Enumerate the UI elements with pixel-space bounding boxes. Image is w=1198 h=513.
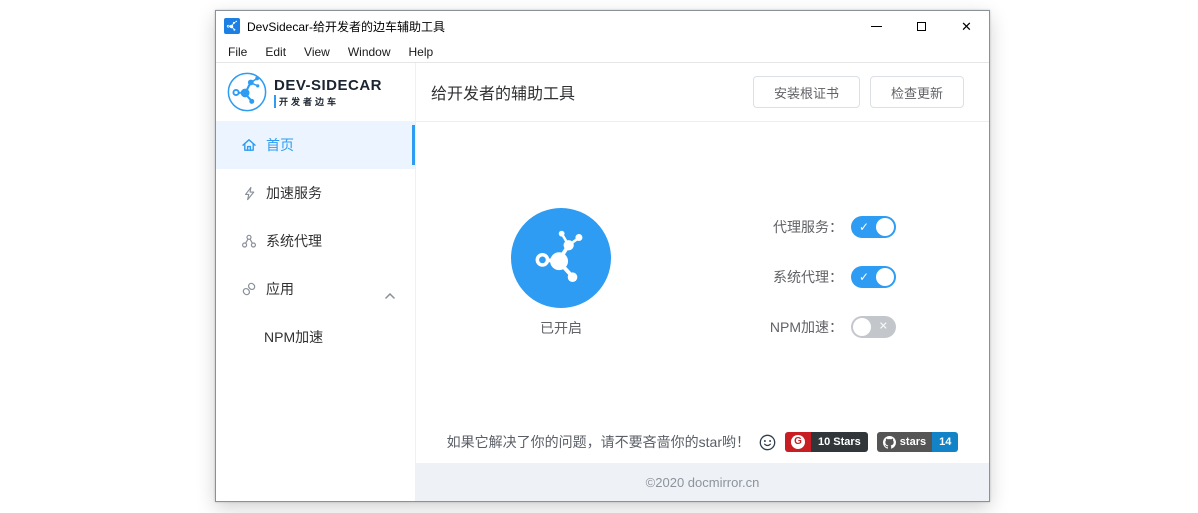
toggle-label: 代理服务：: [763, 217, 843, 237]
main-panel: 给开发者的辅助工具 安装根证书 检查更新: [416, 63, 989, 501]
home-icon: [241, 137, 257, 153]
menu-help[interactable]: Help: [400, 45, 443, 59]
toggle-group: 代理服务： ✓ 系统代理： ✓ NPM加速：: [763, 215, 896, 365]
proxy-service-toggle[interactable]: ✓: [851, 216, 896, 238]
main-content: 已开启 代理服务： ✓ 系统代理： ✓: [416, 122, 989, 463]
check-icon: ✓: [859, 271, 869, 283]
logo-molecule-icon: [226, 71, 268, 113]
gitee-stars-count: 10 Stars: [811, 432, 868, 452]
copyright-text: ©2020 docmirror.cn: [646, 475, 760, 490]
toggle-row-npm: NPM加速： ✕: [763, 315, 896, 339]
smiley-icon: [759, 434, 776, 451]
sidebar-item-label: 首页: [266, 135, 294, 155]
star-row: 如果它解决了你的问题，请不要吝啬你的star哟！ G 10 Stars: [416, 432, 989, 452]
logo-subtitle: 开发者边车: [274, 95, 382, 108]
sidebar-item-label: 应用: [266, 279, 294, 299]
maximize-icon: [917, 22, 926, 31]
minimize-button[interactable]: [854, 11, 899, 41]
sidebar-item-home[interactable]: 首页: [216, 121, 415, 169]
footer: ©2020 docmirror.cn: [416, 463, 989, 501]
toggle-row-system-proxy: 系统代理： ✓: [763, 265, 896, 289]
sidebar: DEV-SIDECAR 开发者边车 首页: [216, 63, 416, 501]
close-button[interactable]: ✕: [944, 11, 989, 41]
install-root-cert-button[interactable]: 安装根证书: [753, 76, 860, 108]
cross-icon: ✕: [879, 321, 888, 332]
chevron-up-icon[interactable]: [385, 286, 395, 302]
menubar: File Edit View Window Help: [216, 41, 989, 63]
sidebar-item-apps[interactable]: 应用: [216, 265, 415, 313]
sidebar-item-label: 加速服务: [266, 183, 322, 203]
app-logo: DEV-SIDECAR 开发者边车: [216, 63, 415, 121]
status-label: 已开启: [511, 318, 611, 338]
toggle-knob: [853, 318, 871, 336]
plugin-icon: [241, 281, 257, 297]
titlebar: DevSidecar-给开发者的边车辅助工具 ✕: [216, 11, 989, 41]
toggle-knob: [876, 268, 894, 286]
bolt-icon: [241, 185, 257, 201]
app-window: DevSidecar-给开发者的边车辅助工具 ✕ File Edit View …: [215, 10, 990, 502]
npm-acceleration-toggle[interactable]: ✕: [851, 316, 896, 338]
toggle-label: NPM加速：: [763, 317, 843, 337]
toggle-row-proxy-service: 代理服务： ✓: [763, 215, 896, 239]
menu-edit[interactable]: Edit: [256, 45, 295, 59]
toggle-label: 系统代理：: [763, 267, 843, 287]
page-title: 给开发者的辅助工具: [431, 80, 575, 104]
star-message: 如果它解决了你的问题，请不要吝啬你的star哟！: [447, 432, 750, 452]
menu-view[interactable]: View: [295, 45, 339, 59]
toggle-knob: [876, 218, 894, 236]
molecule-icon: [529, 226, 593, 290]
sidebar-item-acceleration[interactable]: 加速服务: [216, 169, 415, 217]
main-header: 给开发者的辅助工具 安装根证书 检查更新: [416, 63, 989, 122]
check-update-button[interactable]: 检查更新: [870, 76, 964, 108]
check-icon: ✓: [859, 221, 869, 233]
logo-name: DEV-SIDECAR: [274, 77, 382, 94]
system-proxy-toggle[interactable]: ✓: [851, 266, 896, 288]
app-icon: [224, 18, 240, 34]
gitee-icon: G: [785, 432, 811, 452]
close-icon: ✕: [961, 20, 972, 33]
minimize-icon: [871, 26, 882, 27]
github-stars-badge[interactable]: stars 14: [877, 432, 959, 452]
network-icon: [241, 233, 257, 249]
sidebar-item-npm[interactable]: NPM加速: [216, 313, 415, 361]
gitee-stars-badge[interactable]: G 10 Stars: [785, 432, 868, 452]
status-power-button[interactable]: [511, 208, 611, 308]
sidebar-item-system-proxy[interactable]: 系统代理: [216, 217, 415, 265]
menu-window[interactable]: Window: [339, 45, 400, 59]
menu-file[interactable]: File: [219, 45, 256, 59]
sidebar-item-label: 系统代理: [266, 231, 322, 251]
sidebar-nav: 首页 加速服务: [216, 121, 415, 361]
github-stars-count: 14: [932, 432, 958, 452]
maximize-button[interactable]: [899, 11, 944, 41]
github-icon: [883, 436, 896, 449]
github-stars-label: stars: [900, 436, 926, 448]
window-title: DevSidecar-给开发者的边车辅助工具: [247, 18, 445, 35]
sidebar-item-label: NPM加速: [264, 327, 323, 347]
